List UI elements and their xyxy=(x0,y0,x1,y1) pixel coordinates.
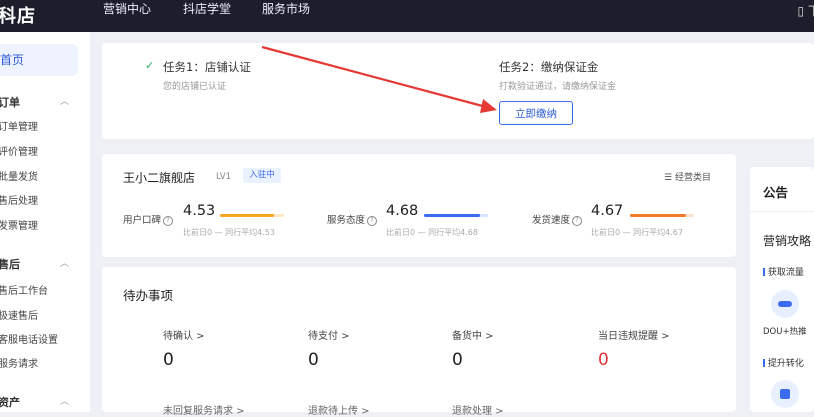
metric-compare-shipping: 比前日0 — 同行平均4.67 xyxy=(591,228,683,237)
todo-refund-upload[interactable]: 退款待上传 > xyxy=(308,402,370,417)
metric-bar-service xyxy=(424,214,480,217)
help-icon: ? xyxy=(572,216,583,226)
metric-label-shipping: 发货速度? xyxy=(532,212,583,226)
marketing-guide-title: 营销攻略 xyxy=(763,234,812,248)
metric-compare-reputation: 比前日0 — 同行平均4.53 xyxy=(183,228,275,237)
metric-bar-reputation xyxy=(220,214,274,217)
todo-pending-confirm-count: 0 xyxy=(163,350,174,370)
business-category-link[interactable]: ☰ 经营类目 xyxy=(664,170,711,183)
metric-value-shipping: 4.67 xyxy=(591,203,624,219)
status-badge: 入驻中 xyxy=(243,168,281,183)
todo-violation-alert[interactable]: 当日违规提醒 > xyxy=(598,327,670,342)
metric-value-reputation: 4.53 xyxy=(183,203,216,219)
marker-icon xyxy=(763,268,765,276)
divider xyxy=(750,211,814,212)
guide-dou-plus[interactable]: DOU+热推 xyxy=(763,325,807,337)
notice-title: 公告 xyxy=(763,185,789,200)
guide-conversion: 提升转化 xyxy=(763,356,804,369)
todo-pending-payment-count: 0 xyxy=(308,350,319,370)
metric-bar-shipping xyxy=(630,214,686,217)
todo-violation-alert-count: 0 xyxy=(598,350,609,370)
help-icon: ? xyxy=(367,216,378,226)
guide-traffic: 获取流量 xyxy=(763,265,804,278)
help-icon: ? xyxy=(163,216,174,226)
dou-plus-icon[interactable] xyxy=(771,290,799,318)
marker-icon xyxy=(763,359,765,367)
todo-pending-confirm[interactable]: 待确认 > xyxy=(163,327,205,342)
todo-pending-payment[interactable]: 待支付 > xyxy=(308,327,350,342)
todo-refund-process[interactable]: 退款处理 > xyxy=(452,402,504,417)
list-icon: ☰ xyxy=(664,173,673,183)
metric-compare-service: 比前日0 — 同行平均4.68 xyxy=(386,228,478,237)
shop-name: 王小二旗舰店 xyxy=(123,171,196,185)
metric-value-service: 4.68 xyxy=(386,203,419,219)
todo-stocking[interactable]: 备货中 > xyxy=(452,327,494,342)
metric-label-reputation: 用户口碑? xyxy=(123,212,174,226)
shop-level: LV1 xyxy=(216,172,232,182)
metric-label-service: 服务态度? xyxy=(327,212,378,226)
todo-title: 待办事项 xyxy=(123,288,174,303)
todo-unreplied-requests[interactable]: 未回复服务请求 > xyxy=(163,402,245,417)
shopping-bag-icon[interactable] xyxy=(771,380,799,408)
todo-stocking-count: 0 xyxy=(452,350,463,370)
